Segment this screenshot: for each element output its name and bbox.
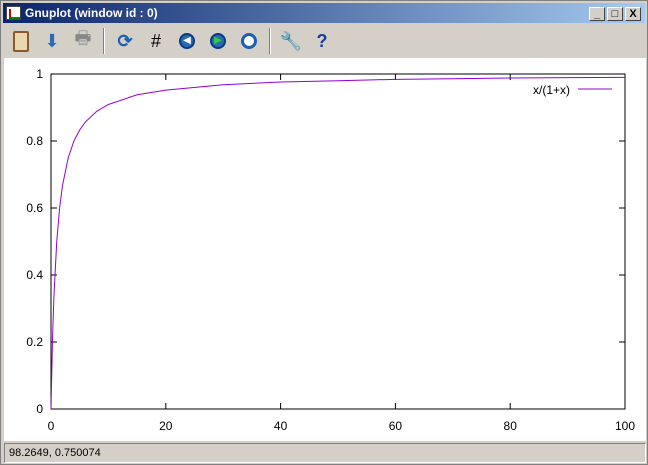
clipboard-icon: [13, 30, 29, 52]
legend-label: x/(1+x): [533, 83, 570, 97]
x-tick-label: 80: [504, 419, 518, 433]
close-button[interactable]: X: [625, 7, 641, 21]
zoom-forward-icon: ▶: [210, 33, 226, 49]
grid-button[interactable]: #: [142, 27, 170, 55]
print-to-file-button[interactable]: ⬇: [38, 27, 66, 55]
x-tick-label: 20: [159, 419, 173, 433]
cursor-coordinates: 98.2649, 0.750074: [9, 447, 101, 459]
replot-button[interactable]: ⟳: [111, 27, 139, 55]
window-title: Gnuplot (window id : 0): [25, 6, 158, 20]
copy-clipboard-button[interactable]: [7, 27, 35, 55]
y-tick-label: 0.4: [26, 268, 43, 282]
gnuplot-window: Gnuplot (window id : 0) _ □ X ⬇ 🖶 ⟳ # ◀ …: [0, 0, 648, 465]
y-tick-label: 1: [36, 67, 43, 81]
x-tick-label: 40: [274, 419, 288, 433]
plot-border: [50, 73, 626, 410]
gnuplot-app-icon: [6, 6, 21, 20]
y-tick-label: 0.6: [26, 201, 43, 215]
x-tick-label: 0: [48, 419, 55, 433]
help-button[interactable]: ?: [308, 27, 336, 55]
x-tick-label: 60: [389, 419, 403, 433]
chart: 0 20 40 60 80 100 0 0.2 0.4 0.6 0.8 1 x/(1+x): [26, 67, 635, 433]
autoscale-button[interactable]: [235, 27, 263, 55]
series-line: [50, 76, 626, 410]
plot-area[interactable]: 0 20 40 60 80 100 0 0.2 0.4 0.6 0.8 1 x/(1+x): [4, 58, 646, 441]
zoom-previous-button[interactable]: ◀: [173, 27, 201, 55]
y-tick-label: 0: [36, 402, 43, 416]
zoom-fit-icon: [241, 33, 257, 49]
options-button[interactable]: 🔧: [277, 27, 305, 55]
help-icon: ?: [316, 30, 328, 51]
grid-icon: #: [150, 30, 161, 51]
y-tick-label: 0.8: [26, 134, 43, 148]
y-tick-label: 0.2: [26, 335, 43, 349]
minimize-button[interactable]: _: [589, 7, 605, 21]
title-bar: Gnuplot (window id : 0) _ □ X: [3, 3, 645, 23]
toolbar: ⬇ 🖶 ⟳ # ◀ ▶ 🔧 ?: [3, 25, 645, 57]
maximize-button[interactable]: □: [607, 7, 623, 21]
printer-icon: 🖶: [74, 28, 92, 48]
zoom-next-button[interactable]: ▶: [204, 27, 232, 55]
toolbar-separator: [269, 28, 271, 54]
zoom-back-icon: ◀: [179, 33, 195, 49]
print-button[interactable]: 🖶: [69, 27, 97, 55]
x-tick-label: 100: [615, 419, 635, 433]
toolbar-separator: [103, 28, 105, 54]
refresh-icon: ⟳: [117, 30, 133, 51]
status-bar: 98.2649, 0.750074: [4, 443, 646, 463]
save-file-icon: ⬇: [44, 30, 60, 51]
wrench-icon: 🔧: [279, 30, 303, 51]
